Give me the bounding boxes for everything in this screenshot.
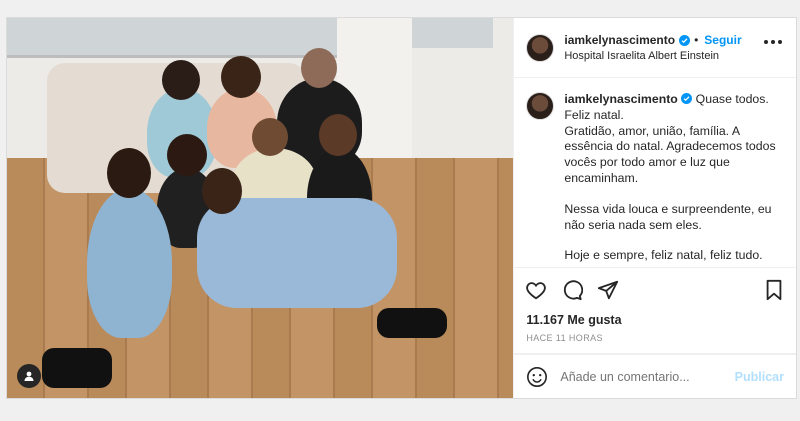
share-icon[interactable]	[596, 278, 620, 302]
action-bar	[514, 267, 796, 311]
follow-button[interactable]: Seguir	[704, 33, 741, 47]
publish-button[interactable]: Publicar	[735, 370, 784, 384]
caption-first-line: Quase todos.	[695, 92, 769, 106]
post-timestamp[interactable]: HACE 11 HORAS	[514, 327, 796, 354]
comment-bar: Publicar	[514, 354, 796, 398]
comment-icon[interactable]	[560, 278, 584, 302]
caption: iamkelynascimento Quase todos. Feliz nat…	[564, 92, 784, 267]
emoji-icon[interactable]	[526, 366, 548, 388]
bookmark-icon[interactable]	[762, 278, 786, 302]
user-tag-icon[interactable]	[17, 364, 41, 388]
heart-icon[interactable]	[524, 278, 548, 302]
location-link[interactable]: Hospital Israelita Albert Einstein	[564, 50, 741, 62]
person-figure	[377, 308, 447, 338]
caption-line: Feliz natal.	[564, 107, 624, 122]
person-figure	[42, 348, 112, 388]
person-figure	[87, 148, 172, 338]
caption-username[interactable]: iamkelynascimento	[564, 92, 677, 106]
comment-input[interactable]	[560, 369, 735, 384]
separator-dot: •	[694, 33, 699, 47]
caption-line: Gratidão, amor, união, família. A essênc…	[564, 123, 776, 185]
caption-paragraph: Hoje e sempre, feliz natal, feliz tudo.	[564, 248, 763, 263]
photo-window-right	[403, 18, 494, 48]
username[interactable]: iamkelynascimento	[564, 33, 675, 47]
verified-badge-icon	[681, 93, 693, 104]
likes-count[interactable]: 11.167 Me gusta	[514, 311, 796, 327]
post-photo[interactable]	[7, 18, 514, 398]
more-options-icon[interactable]	[764, 40, 782, 44]
avatar[interactable]	[526, 33, 555, 62]
verified-badge-icon	[679, 34, 691, 46]
caption-paragraph: Nessa vida louca e surpreendente, eu não…	[564, 201, 772, 232]
photo-window	[7, 18, 337, 58]
person-figure	[197, 168, 397, 308]
post-header: iamkelynascimento • Seguir Hospital Isra…	[514, 18, 796, 78]
post-sidebar: iamkelynascimento • Seguir Hospital Isra…	[513, 18, 796, 398]
caption-area: iamkelynascimento Quase todos. Feliz nat…	[514, 78, 796, 267]
avatar[interactable]	[526, 92, 555, 120]
instagram-post: iamkelynascimento • Seguir Hospital Isra…	[6, 17, 797, 399]
